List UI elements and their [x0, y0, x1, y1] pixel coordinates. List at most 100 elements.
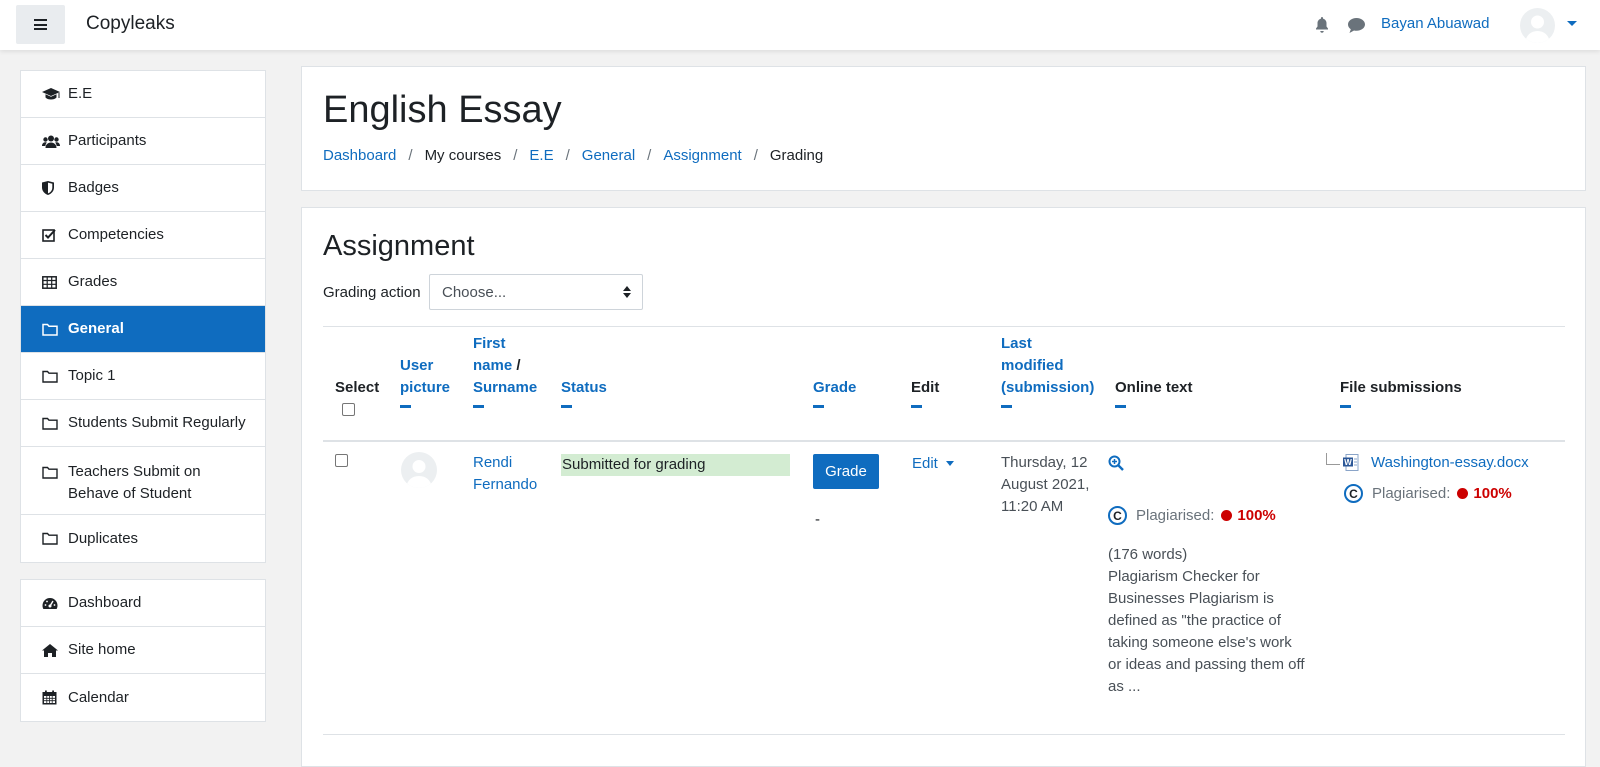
- sidebar-item-site-home[interactable]: Site home: [21, 627, 265, 674]
- col-edit: Edit: [911, 377, 939, 408]
- col-last-modified[interactable]: Last modified (submission): [1001, 333, 1094, 408]
- hamburger-icon: [34, 19, 47, 30]
- tachometer-icon: [42, 597, 64, 610]
- course-nav: E.E Participants Badges Competencies Gra…: [20, 70, 266, 563]
- breadcrumb-dashboard[interactable]: Dashboard: [323, 147, 396, 164]
- collapse-column-icon[interactable]: [473, 405, 484, 408]
- sidebar: E.E Participants Badges Competencies Gra…: [20, 70, 266, 738]
- folder-icon: [42, 370, 64, 383]
- table-icon: [42, 275, 64, 289]
- collapse-column-icon[interactable]: [911, 405, 922, 408]
- plagiarism-status-dot: [1221, 510, 1233, 521]
- col-user-picture[interactable]: User picture: [400, 355, 450, 408]
- grading-action-label: Grading action: [323, 284, 421, 301]
- last-modified-date: Thursday, 12 August 2021, 11:20 AM: [1001, 454, 1090, 515]
- col-online-text: Online text: [1115, 377, 1193, 408]
- breadcrumb-separator: /: [647, 147, 652, 164]
- sidebar-item-grades[interactable]: Grades: [21, 259, 265, 306]
- folder-icon: [42, 323, 64, 336]
- col-name[interactable]: First name / Surname: [473, 333, 537, 408]
- sidebar-item-teachers-submit[interactable]: Teachers Submit on Behave of Student: [21, 447, 265, 515]
- top-navbar: Copyleaks Bayan Abuawad: [0, 0, 1600, 50]
- folder-icon: [42, 532, 64, 545]
- col-grade[interactable]: Grade: [813, 377, 856, 408]
- section-title: Assignment: [323, 230, 475, 262]
- sidebar-item-calendar[interactable]: Calendar: [21, 674, 265, 721]
- tree-connector: [1326, 452, 1340, 465]
- collapse-column-icon[interactable]: [1115, 405, 1126, 408]
- drawer-toggle-button[interactable]: [16, 5, 65, 44]
- shield-icon: [42, 181, 64, 195]
- breadcrumb: Dashboard / My courses / E.E / General /…: [323, 147, 823, 164]
- page-header: English Essay Dashboard / My courses / E…: [301, 66, 1586, 191]
- sidebar-item-dashboard[interactable]: Dashboard: [21, 580, 265, 627]
- breadcrumb-current: Grading: [769, 147, 824, 164]
- user-menu-caret-icon[interactable]: [1567, 21, 1577, 26]
- sidebar-item-badges[interactable]: Badges: [21, 165, 265, 212]
- grade-button[interactable]: Grade: [813, 454, 879, 489]
- breadcrumb-separator: /: [513, 147, 518, 164]
- breadcrumb-course[interactable]: E.E: [529, 147, 553, 164]
- sidebar-item-duplicates[interactable]: Duplicates: [21, 515, 265, 562]
- zoom-in-icon[interactable]: [1108, 455, 1124, 471]
- row-select-checkbox[interactable]: [335, 454, 348, 467]
- user-avatar[interactable]: [1520, 8, 1555, 43]
- collapse-column-icon[interactable]: [400, 405, 411, 408]
- copyleaks-icon: C: [1344, 484, 1363, 503]
- sidebar-item-ee[interactable]: E.E: [21, 71, 265, 118]
- table-divider: [323, 326, 1565, 327]
- avatar[interactable]: [401, 452, 437, 488]
- sidebar-item-students-submit-regularly[interactable]: Students Submit Regularly: [21, 400, 265, 447]
- graduation-cap-icon: [42, 87, 64, 101]
- word-file-icon: W: [1343, 454, 1359, 471]
- collapse-column-icon[interactable]: [1001, 405, 1012, 408]
- online-text-excerpt: (176 words) Plagiarism Checker for Busin…: [1108, 546, 1305, 695]
- svg-text:W: W: [1344, 458, 1352, 467]
- breadcrumb-separator: /: [753, 147, 758, 164]
- plagiarism-status-dot: [1457, 488, 1469, 499]
- grading-panel: Assignment Grading action Choose... Sele…: [301, 207, 1586, 767]
- bell-icon[interactable]: [1315, 17, 1329, 33]
- page-title: English Essay: [323, 89, 562, 131]
- site-nav: Dashboard Site home Calendar: [20, 579, 266, 722]
- col-select: Select: [335, 379, 380, 396]
- copyleaks-icon: C: [1108, 506, 1127, 525]
- check-square-icon: [42, 228, 64, 242]
- collapse-column-icon[interactable]: [1340, 405, 1351, 408]
- table-header-divider: [323, 440, 1565, 442]
- grading-action-select[interactable]: Choose...: [429, 274, 643, 310]
- edit-menu-button[interactable]: Edit: [912, 455, 954, 472]
- collapse-column-icon[interactable]: [561, 405, 572, 408]
- grade-value: -: [815, 511, 820, 528]
- table-divider: [323, 734, 1565, 735]
- folder-icon: [42, 417, 64, 430]
- folder-icon: [42, 461, 64, 483]
- calendar-icon: [42, 690, 64, 705]
- col-file-submissions: File submissions: [1340, 377, 1462, 408]
- chat-icon[interactable]: [1348, 18, 1365, 33]
- sidebar-item-participants[interactable]: Participants: [21, 118, 265, 165]
- online-text-plagiarism[interactable]: C Plagiarised: 100%: [1108, 506, 1276, 525]
- user-name-link[interactable]: Bayan Abuawad: [1381, 15, 1489, 32]
- caret-down-icon: [945, 461, 954, 466]
- users-icon: [42, 135, 64, 148]
- breadcrumb-my-courses: My courses: [424, 147, 502, 164]
- collapse-column-icon[interactable]: [813, 405, 824, 408]
- student-name[interactable]: Rendi Fernando: [473, 452, 537, 496]
- select-arrows-icon: [623, 286, 631, 298]
- sidebar-item-general[interactable]: General: [21, 306, 265, 353]
- sidebar-item-competencies[interactable]: Competencies: [21, 212, 265, 259]
- sidebar-item-topic-1[interactable]: Topic 1: [21, 353, 265, 400]
- file-link[interactable]: Washington-essay.docx: [1371, 454, 1529, 471]
- home-icon: [42, 643, 64, 657]
- status-badge: Submitted for grading: [561, 454, 790, 476]
- file-plagiarism[interactable]: C Plagiarised: 100%: [1344, 484, 1512, 503]
- breadcrumb-assignment[interactable]: Assignment: [663, 147, 741, 164]
- breadcrumb-separator: /: [565, 147, 570, 164]
- site-brand[interactable]: Copyleaks: [86, 13, 175, 35]
- breadcrumb-separator: /: [408, 147, 413, 164]
- col-status[interactable]: Status: [561, 377, 607, 408]
- select-all-checkbox[interactable]: [342, 403, 355, 416]
- file-submission: W Washington-essay.docx: [1326, 452, 1529, 471]
- breadcrumb-section[interactable]: General: [582, 147, 635, 164]
